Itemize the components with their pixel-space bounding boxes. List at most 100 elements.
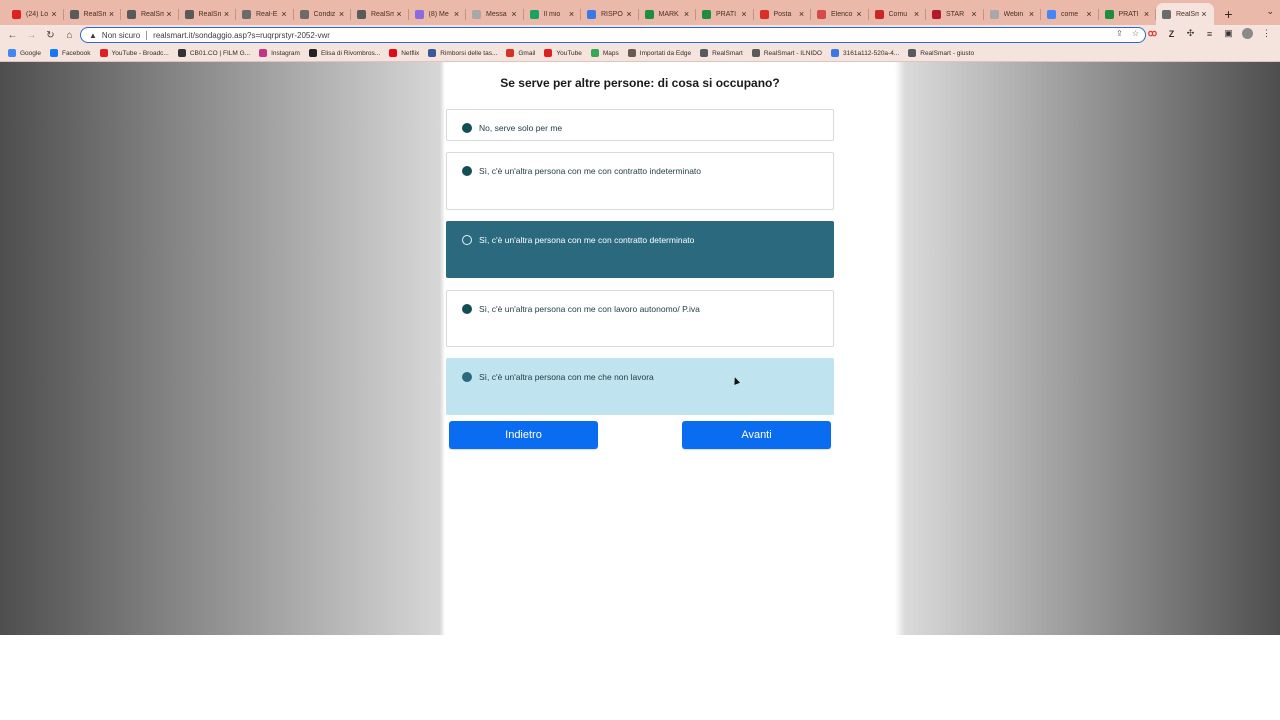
- browser-tab[interactable]: PRATI ×: [696, 3, 754, 25]
- bookmark-item[interactable]: RealSmart: [700, 49, 743, 57]
- close-icon[interactable]: ×: [969, 9, 980, 19]
- radio-icon[interactable]: [462, 235, 472, 245]
- browser-tab[interactable]: Webin ×: [984, 3, 1042, 25]
- bookmark-item[interactable]: Rimborsi delle tas...: [428, 49, 497, 57]
- bookmark-item[interactable]: Facebook: [49, 49, 91, 57]
- youtube-icon: [99, 49, 108, 57]
- share-icon[interactable]: ⇪: [1116, 29, 1123, 38]
- browser-tab[interactable]: Condiz ×: [294, 3, 352, 25]
- bookmark-item[interactable]: 3161a112-520a-4...: [830, 49, 899, 57]
- radio-icon[interactable]: [462, 372, 472, 382]
- close-icon[interactable]: ×: [911, 9, 922, 19]
- browser-tab[interactable]: MARK ×: [639, 3, 697, 25]
- bookmark-item[interactable]: Importati da Edge: [627, 49, 691, 57]
- side-panel-icon[interactable]: ▣: [1223, 28, 1234, 39]
- forward-arrow-icon[interactable]: →: [22, 26, 41, 44]
- browser-tab[interactable]: RealSm ×: [351, 3, 409, 25]
- bookmark-item[interactable]: Instagram: [259, 49, 300, 57]
- browser-tab[interactable]: RISPO ×: [581, 3, 639, 25]
- close-icon[interactable]: ×: [624, 9, 635, 19]
- url-text[interactable]: realsmart.it/sondaggio.asp?s=ruqrprstyr-…: [153, 31, 330, 40]
- security-label[interactable]: Non sicuro: [102, 31, 140, 40]
- close-icon[interactable]: ×: [106, 9, 117, 19]
- puzzle-icon[interactable]: ✣: [1185, 28, 1196, 39]
- google-icon: [8, 49, 16, 57]
- chevron-down-icon[interactable]: ⌄: [1266, 6, 1274, 17]
- close-icon[interactable]: ×: [164, 9, 175, 19]
- bookmark-item[interactable]: Elisa di Rivombros...: [308, 49, 381, 57]
- survey-page: Se serve per altre persone: di cosa si o…: [0, 62, 1280, 635]
- close-icon[interactable]: ×: [566, 9, 577, 19]
- close-icon[interactable]: ×: [336, 9, 347, 19]
- close-icon[interactable]: ×: [1199, 9, 1210, 19]
- browser-tab[interactable]: Comu ×: [869, 3, 927, 25]
- browser-tab[interactable]: (24) Lo ×: [6, 3, 64, 25]
- extension-icon[interactable]: ꝏ: [1147, 28, 1158, 39]
- angular-icon: [874, 9, 884, 19]
- close-icon[interactable]: ×: [1141, 9, 1152, 19]
- new-tab-button[interactable]: +: [1218, 3, 1240, 25]
- browser-tab[interactable]: Il mio ×: [524, 3, 582, 25]
- close-icon[interactable]: ×: [796, 9, 807, 19]
- bookmark-item[interactable]: Gmail: [506, 49, 535, 57]
- browser-tab[interactable]: RealSm ×: [179, 3, 237, 25]
- back-arrow-icon[interactable]: ←: [3, 26, 22, 44]
- radio-icon[interactable]: [462, 123, 472, 133]
- browser-tab[interactable]: PRATI ×: [1099, 3, 1157, 25]
- bookmark-item[interactable]: CB01.CO | FILM G...: [177, 49, 250, 57]
- close-icon[interactable]: ×: [451, 9, 462, 19]
- back-button[interactable]: Indietro: [449, 421, 598, 449]
- warning-icon[interactable]: ▲: [89, 31, 97, 40]
- next-button[interactable]: Avanti: [682, 421, 831, 449]
- bookmark-item[interactable]: Google: [8, 49, 41, 57]
- close-icon[interactable]: ×: [509, 9, 520, 19]
- browser-tab[interactable]: Elenco ×: [811, 3, 869, 25]
- bookmark-item[interactable]: YouTube: [544, 49, 582, 57]
- answer-option-not-working[interactable]: Sì, c'è un'altra persona con me che non …: [446, 358, 834, 415]
- tab-title: MARK: [658, 10, 679, 18]
- zotero-icon[interactable]: Z: [1166, 28, 1177, 39]
- extensions-area: ꝏ Z ✣ ≡ ▣ ⋮: [1147, 28, 1272, 39]
- kebab-menu-icon[interactable]: ⋮: [1261, 28, 1272, 39]
- close-icon[interactable]: ×: [394, 9, 405, 19]
- radio-icon[interactable]: [462, 304, 472, 314]
- browser-tab[interactable]: RealSm ×: [64, 3, 122, 25]
- bookmark-label: Elisa di Rivombros...: [320, 49, 381, 57]
- home-icon[interactable]: ⌂: [60, 26, 79, 44]
- answer-option-indeterminate-contract[interactable]: Sì, c'è un'altra persona con me con cont…: [446, 152, 834, 210]
- reload-icon[interactable]: ↻: [41, 26, 60, 44]
- bookmark-label: Facebook: [61, 49, 91, 57]
- browser-tab[interactable]: STAR ×: [926, 3, 984, 25]
- close-icon[interactable]: ×: [739, 9, 750, 19]
- bookmark-item[interactable]: RealSmart - ILNIDO: [751, 49, 822, 57]
- close-icon[interactable]: ×: [221, 9, 232, 19]
- browser-tab[interactable]: Real-E ×: [236, 3, 294, 25]
- close-icon[interactable]: ×: [1026, 9, 1037, 19]
- answer-option-no-only-me[interactable]: No, serve solo per me: [446, 109, 834, 141]
- tab-title: Il mio: [543, 10, 561, 18]
- bookmark-star-icon[interactable]: ☆: [1132, 29, 1139, 38]
- bookmark-item[interactable]: YouTube - Broadc...: [99, 49, 169, 57]
- reading-list-icon[interactable]: ≡: [1204, 28, 1215, 39]
- radio-icon[interactable]: [462, 166, 472, 176]
- tab-title: RealSm: [141, 10, 164, 18]
- answer-option-self-employed[interactable]: Sì, c'è un'altra persona con me con lavo…: [446, 290, 834, 347]
- browser-tab[interactable]: RealSm ×: [1156, 3, 1214, 25]
- close-icon[interactable]: ×: [854, 9, 865, 19]
- avatar[interactable]: [1242, 28, 1253, 39]
- gmail-icon: [759, 9, 769, 19]
- browser-tab[interactable]: Posta ×: [754, 3, 812, 25]
- answer-option-determinate-contract[interactable]: Sì, c'è un'altra persona con me con cont…: [446, 221, 834, 278]
- bookmark-item[interactable]: Netflix: [389, 49, 419, 57]
- close-icon[interactable]: ×: [49, 9, 60, 19]
- browser-tab[interactable]: (8) Me ×: [409, 3, 467, 25]
- close-icon[interactable]: ×: [681, 9, 692, 19]
- browser-tab[interactable]: come ×: [1041, 3, 1099, 25]
- close-icon[interactable]: ×: [1084, 9, 1095, 19]
- bookmark-item[interactable]: RealSmart - giusto: [908, 49, 974, 57]
- bookmark-item[interactable]: Maps: [590, 49, 619, 57]
- browser-tab[interactable]: Messa ×: [466, 3, 524, 25]
- close-icon[interactable]: ×: [279, 9, 290, 19]
- address-bar[interactable]: ▲ Non sicuro realsmart.it/sondaggio.asp?…: [80, 27, 1146, 43]
- browser-tab[interactable]: RealSm ×: [121, 3, 179, 25]
